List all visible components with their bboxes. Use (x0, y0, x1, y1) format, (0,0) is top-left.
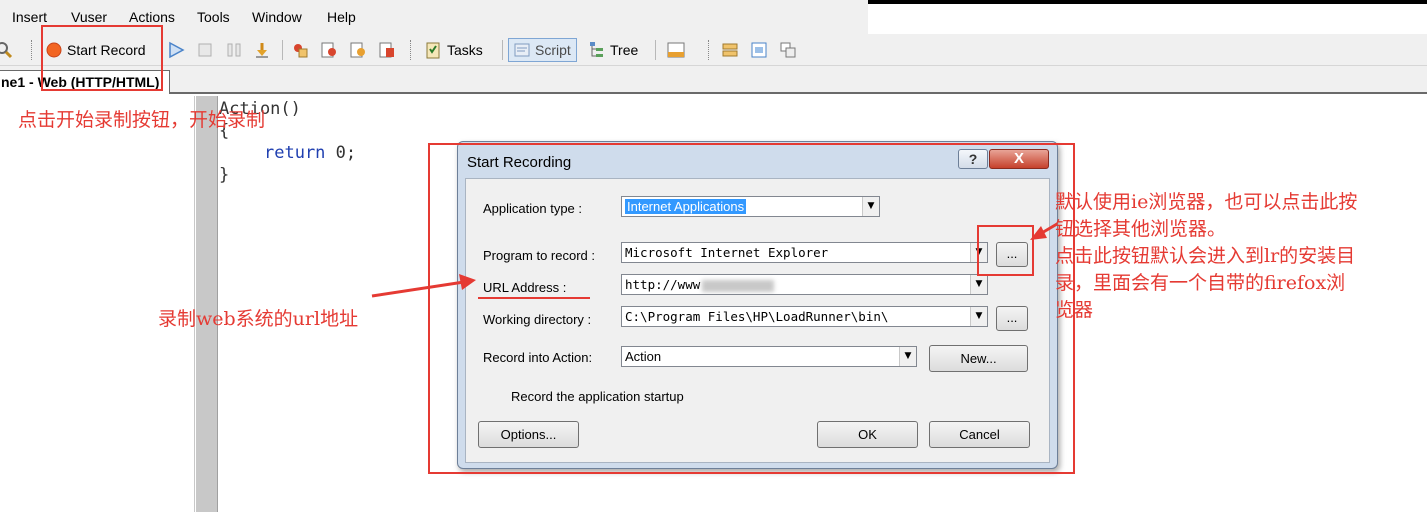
browser-arrow-head (1030, 226, 1047, 240)
url-arrow-line (371, 280, 465, 298)
url-arrow-head (459, 274, 476, 290)
annotation-arrows (371, 222, 1058, 298)
